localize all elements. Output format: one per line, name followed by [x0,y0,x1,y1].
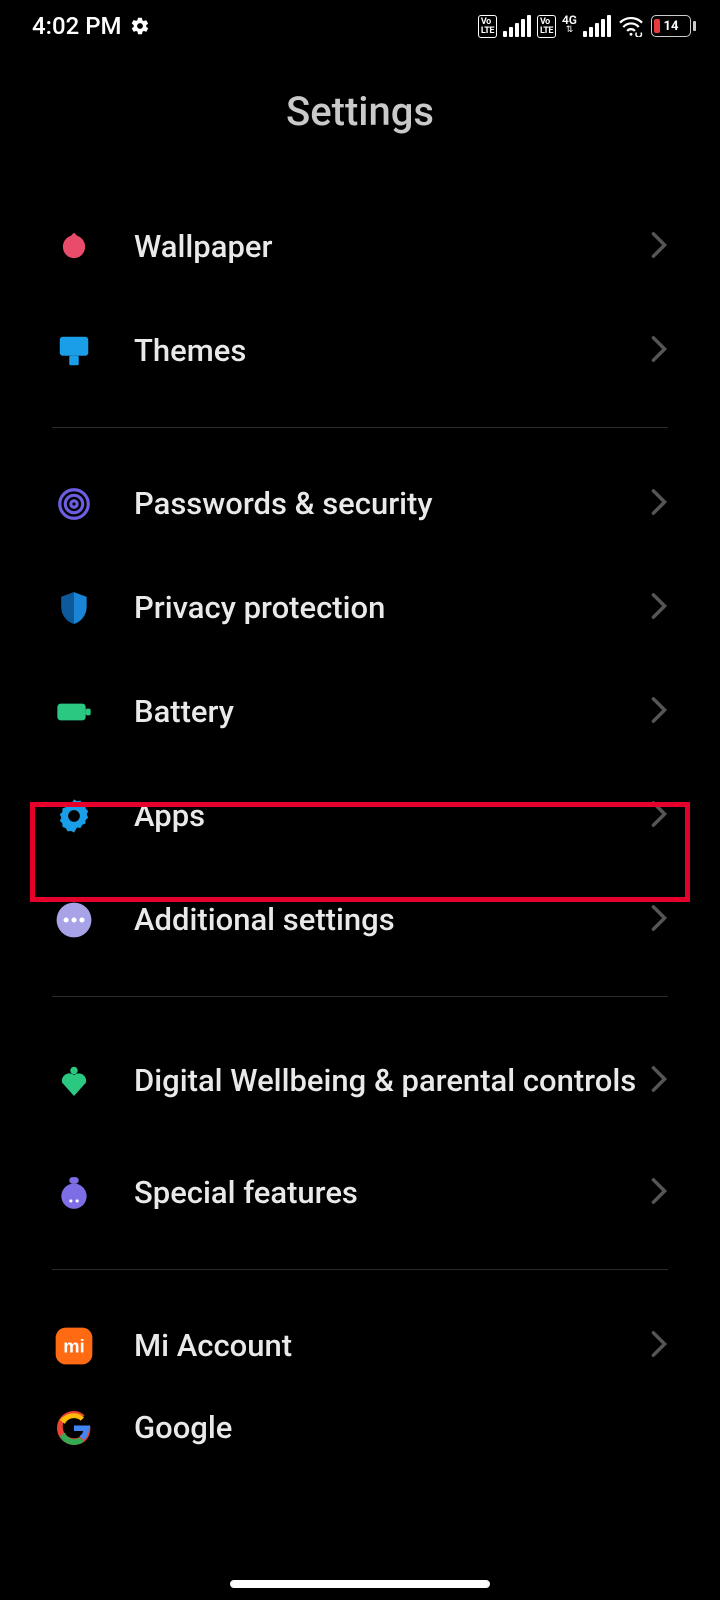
status-left: 4:02 PM [32,12,150,40]
signal-icon [583,15,611,37]
settings-item-apps[interactable]: Apps [0,764,720,868]
chevron-right-icon [650,231,668,263]
settings-item-themes[interactable]: Themes [0,299,720,403]
chevron-right-icon [650,696,668,728]
chevron-right-icon [650,1177,668,1209]
settings-item-label: Google [134,1409,668,1446]
signal-icon [503,15,531,37]
page-title: Settings [0,88,720,135]
divider [52,1269,668,1270]
wallpaper-icon [52,225,96,269]
chevron-right-icon [650,335,668,367]
settings-item-label: Mi Account [134,1327,650,1364]
chevron-right-icon [650,488,668,520]
volte-icon: VoLTE [537,15,556,37]
mi-icon: mi [52,1324,96,1368]
chevron-right-icon [650,1065,668,1097]
settings-item-label: Additional settings [134,901,650,938]
status-right: VoLTE VoLTE 4G ⇅ 14 [478,15,696,37]
chevron-right-icon [650,1330,668,1362]
battery-icon: 14 [651,15,696,37]
volte-icon: VoLTE [478,15,497,37]
more-icon [52,898,96,942]
settings-item-passwords[interactable]: Passwords & security [0,452,720,556]
wellbeing-icon [52,1059,96,1103]
home-indicator[interactable] [230,1580,490,1588]
fingerprint-icon [52,482,96,526]
settings-item-label: Apps [134,797,650,834]
google-icon [52,1406,96,1450]
settings-item-google[interactable]: Google [0,1398,720,1458]
apps-gear-icon [52,794,96,838]
settings-item-label: Privacy protection [134,589,650,626]
settings-item-label: Battery [134,693,650,730]
settings-item-label: Passwords & security [134,485,650,522]
status-bar: 4:02 PM VoLTE VoLTE 4G ⇅ 14 [0,0,720,52]
settings-list: Wallpaper Themes Passwords & security Pr… [0,195,720,1458]
settings-item-battery[interactable]: Battery [0,660,720,764]
status-time: 4:02 PM [32,12,122,40]
themes-icon [52,329,96,373]
settings-item-label: Themes [134,332,650,369]
settings-item-special[interactable]: Special features [0,1141,720,1245]
settings-item-mi-account[interactable]: mi Mi Account [0,1294,720,1398]
settings-item-additional[interactable]: Additional settings [0,868,720,972]
special-features-icon [52,1171,96,1215]
settings-item-label: Wallpaper [134,228,650,265]
shield-icon [52,586,96,630]
wifi-icon [617,15,645,37]
divider [52,996,668,997]
chevron-right-icon [650,904,668,936]
battery-icon [52,690,96,734]
settings-item-label: Special features [134,1174,650,1211]
settings-item-wallpaper[interactable]: Wallpaper [0,195,720,299]
network-icon: 4G ⇅ [562,15,577,37]
settings-item-privacy[interactable]: Privacy protection [0,556,720,660]
chevron-right-icon [650,800,668,832]
divider [52,427,668,428]
gear-icon [130,16,150,36]
settings-item-label: Digital Wellbeing & parental controls [134,1062,650,1099]
chevron-right-icon [650,592,668,624]
settings-item-wellbeing[interactable]: Digital Wellbeing & parental controls [0,1021,720,1141]
svg-text:mi: mi [63,1336,84,1357]
